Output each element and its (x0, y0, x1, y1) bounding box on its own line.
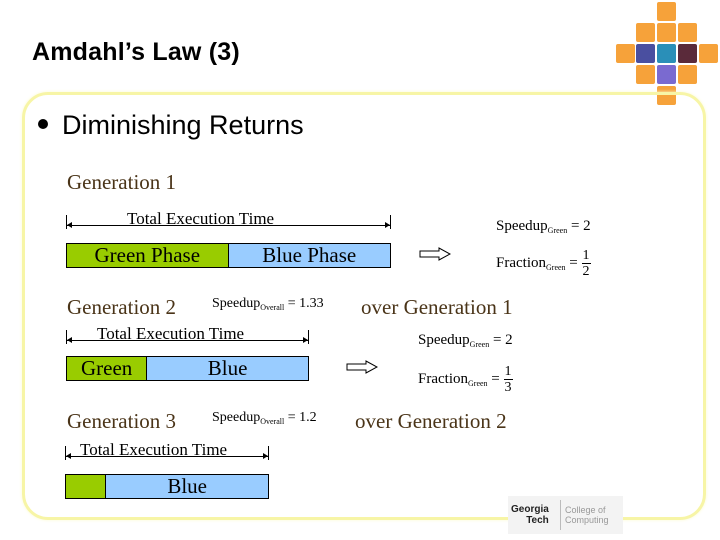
slide-title: Amdahl’s Law (3) (32, 38, 240, 66)
overall-name: Speedup (212, 410, 261, 425)
fraction-name: Fraction (418, 370, 468, 387)
fraction-denominator: 2 (582, 264, 590, 279)
logo-line-1: Georgia (511, 504, 549, 515)
fraction-sub: Green (468, 378, 488, 388)
overall-eq: = 1.2 (287, 410, 317, 425)
fraction-eq: = (491, 370, 500, 387)
logo-georgia-tech-text: Georgia Tech (511, 504, 549, 526)
overall-eq: = 1.33 (287, 296, 324, 311)
generation-1-label: Generation 1 (67, 170, 177, 194)
gen1-fraction-green: FractionGreen = 12 (496, 248, 591, 279)
gen3-blue-label: Blue (167, 474, 208, 498)
gen2-time-span-arrow (66, 330, 309, 344)
gen3-execution-bar: Blue (65, 474, 269, 499)
gen3-green-phase (66, 475, 107, 498)
gen1-blue-label: Blue Phase (262, 243, 357, 267)
logo-divider (560, 500, 561, 530)
gen3-speedup-overall: SpeedupOverall = 1.2 (212, 410, 317, 426)
gen1-blue-phase: Blue Phase (228, 243, 390, 267)
fraction-denominator: 3 (504, 380, 512, 395)
bullet-item: Diminishing Returns (38, 110, 304, 141)
speedup-sub: Green (469, 340, 490, 349)
logo-line-3: College of (565, 505, 606, 515)
gen2-green-phase: Green (67, 356, 148, 380)
fraction-name: Fraction (496, 254, 546, 271)
logo-line-4: Computing (565, 515, 609, 525)
fraction-value: 12 (581, 248, 591, 279)
gen1-execution-bar: Green Phase Blue Phase (66, 243, 391, 268)
logo-line-2: Tech (526, 515, 549, 526)
logo-college-text: College of Computing (565, 505, 609, 525)
fraction-numerator: 1 (503, 364, 513, 380)
speedup-eq: = 2 (570, 218, 591, 234)
gen2-implies-arrow-icon (346, 360, 378, 374)
georgia-tech-logo: Georgia Tech College of Computing (508, 496, 623, 534)
gen2-blue-label: Blue (207, 356, 248, 380)
bullet-text: Diminishing Returns (62, 110, 304, 140)
gen3-time-span-arrow (65, 446, 269, 460)
overall-sub: Overall (260, 417, 285, 426)
bullet-dot-icon (38, 118, 48, 129)
speedup-eq: = 2 (492, 332, 513, 348)
speedup-name: Speedup (496, 218, 548, 234)
gen2-blue-phase: Blue (147, 357, 308, 380)
fraction-sub: Green (546, 262, 566, 272)
gen1-time-span-arrow (66, 215, 391, 229)
gen2-speedup-green: SpeedupGreen = 2 (418, 332, 513, 349)
gen1-green-label: Green Phase (94, 243, 201, 267)
fraction-eq: = (569, 254, 578, 271)
gen2-execution-bar: Green Blue (66, 356, 309, 381)
gen2-fraction-green: FractionGreen = 13 (418, 364, 513, 395)
gen3-over-text: over Generation 2 (355, 409, 507, 433)
gen1-implies-arrow-icon (419, 247, 451, 261)
generation-3-label: Generation 3 (67, 409, 177, 433)
fraction-value: 13 (503, 364, 513, 395)
speedup-sub: Green (547, 226, 568, 235)
overall-name: Speedup (212, 296, 261, 311)
gen2-green-label: Green (80, 356, 133, 380)
gen3-blue-phase: Blue (106, 475, 268, 498)
fraction-numerator: 1 (581, 248, 591, 264)
gen2-speedup-overall: SpeedupOverall = 1.33 (212, 296, 324, 312)
gen1-green-phase: Green Phase (67, 244, 229, 267)
gen2-over-text: over Generation 1 (361, 295, 513, 319)
generation-2-label: Generation 2 (67, 295, 177, 319)
tile-logo-icon (616, 0, 720, 105)
overall-sub: Overall (260, 303, 285, 312)
gen1-speedup-green: SpeedupGreen = 2 (496, 218, 591, 235)
speedup-name: Speedup (418, 332, 470, 348)
